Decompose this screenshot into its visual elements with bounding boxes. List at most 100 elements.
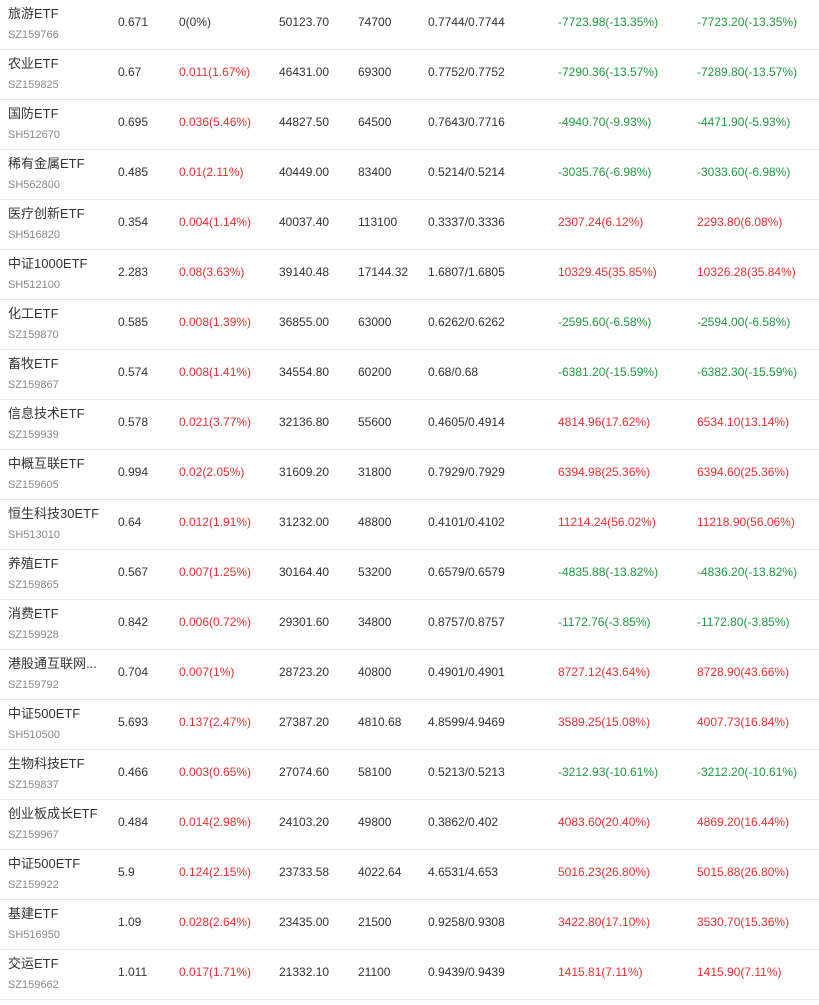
price-value: 1.011 [118, 965, 148, 979]
table-row[interactable]: 港股通互联网... SZ159792 0.704 0.007(1%) 28723.20 4… [0, 650, 819, 700]
etf-code-link[interactable]: SH516820 [8, 227, 60, 243]
flow-value-1: 4814.96(17.62%) [558, 415, 651, 429]
etf-code-link[interactable]: SZ159967 [8, 827, 59, 843]
flow-value-2: 11218.90(56.06%) [697, 515, 795, 529]
change-value: 0(0%) [179, 15, 212, 29]
scale-value: 30164.40 [279, 565, 330, 579]
change-value: 0.124(2.15%) [179, 865, 252, 879]
nav-value: 0.9439/0.9439 [428, 965, 505, 979]
table-row[interactable]: 中证500ETF SH510500 5.693 0.137(2.47%) 27387.2… [0, 700, 819, 750]
etf-code-link[interactable]: SH510500 [8, 727, 60, 743]
table-row[interactable]: 恒生科技30ETF SH513010 0.64 0.012(1.91%) 31232.0… [0, 500, 819, 550]
etf-code-link[interactable]: SH562800 [8, 177, 60, 193]
flow-value-2: -2594.00(-6.58%) [697, 315, 791, 329]
etf-code-link[interactable]: SH513010 [8, 527, 60, 543]
table-row[interactable]: 中证500ETF SZ159922 5.9 0.124(2.15%) 23733.58 4… [0, 850, 819, 900]
etf-code-link[interactable]: SH516950 [8, 927, 60, 943]
etf-name-link[interactable]: 创业板成长ETF [8, 806, 98, 822]
etf-name-link[interactable]: 中概互联ETF [8, 456, 85, 472]
table-row[interactable]: 交运ETF SZ159662 1.011 0.017(1.71%) 21332.10 21… [0, 950, 819, 1000]
change-value: 0.02(2.05%) [179, 465, 245, 479]
price-value: 0.585 [118, 315, 149, 329]
etf-code-link[interactable]: SZ159605 [8, 477, 59, 493]
etf-name-link[interactable]: 基建ETF [8, 906, 59, 922]
scale-value: 27074.60 [279, 765, 330, 779]
change-value: 0.006(0.72%) [179, 615, 252, 629]
etf-code-link[interactable]: SZ159939 [8, 427, 59, 443]
etf-code-link[interactable]: SZ159825 [8, 77, 59, 93]
etf-name-link[interactable]: 恒生科技30ETF [8, 506, 99, 522]
etf-name-link[interactable]: 医疗创新ETF [8, 206, 85, 222]
etf-code-link[interactable]: SZ159922 [8, 877, 59, 893]
table-row[interactable]: 稀有金属ETF SH562800 0.485 0.01(2.11%) 40449.00 8… [0, 150, 819, 200]
price-value: 0.67 [118, 65, 142, 79]
table-row[interactable]: 基建ETF SH516950 1.09 0.028(2.64%) 23435.00 215… [0, 900, 819, 950]
nav-value: 0.4901/0.4901 [428, 665, 505, 679]
etf-table: 旅游ETF SZ159766 0.671 0(0%) 50123.70 74700 0.77… [0, 0, 819, 1000]
volume-value: 40800 [358, 665, 392, 679]
etf-code-link[interactable]: SZ159662 [8, 977, 59, 993]
etf-name-link[interactable]: 农业ETF [8, 56, 59, 72]
flow-value-2: -1172.80(-3.85%) [697, 615, 790, 629]
etf-name-link[interactable]: 旅游ETF [8, 6, 59, 22]
table-row[interactable]: 中证1000ETF SH512100 2.283 0.08(3.63%) 39140.4… [0, 250, 819, 300]
flow-value-2: 4869.20(16.44%) [697, 815, 790, 829]
table-row[interactable]: 医疗创新ETF SH516820 0.354 0.004(1.14%) 40037.40… [0, 200, 819, 250]
flow-value-2: -7289.80(-13.57%) [697, 65, 798, 79]
table-row[interactable]: 生物科技ETF SZ159837 0.466 0.003(0.65%) 27074.60… [0, 750, 819, 800]
change-value: 0.007(1%) [179, 665, 235, 679]
etf-name-link[interactable]: 畜牧ETF [8, 356, 59, 372]
table-row[interactable]: 消费ETF SZ159928 0.842 0.006(0.72%) 29301.60 34… [0, 600, 819, 650]
volume-value: 69300 [358, 65, 392, 79]
flow-value-1: 2307.24(6.12%) [558, 215, 644, 229]
nav-value: 0.68/0.68 [428, 365, 479, 379]
table-row[interactable]: 化工ETF SZ159870 0.585 0.008(1.39%) 36855.00 63… [0, 300, 819, 350]
table-row[interactable]: 信息技术ETF SZ159939 0.578 0.021(3.77%) 32136.80… [0, 400, 819, 450]
etf-code-link[interactable]: SZ159865 [8, 577, 59, 593]
scale-value: 36855.00 [279, 315, 330, 329]
price-value: 0.354 [118, 215, 149, 229]
etf-name-link[interactable]: 化工ETF [8, 306, 59, 322]
etf-name-link[interactable]: 港股通互联网... [8, 656, 97, 672]
price-value: 0.842 [118, 615, 149, 629]
table-row[interactable]: 养殖ETF SZ159865 0.567 0.007(1.25%) 30164.40 53… [0, 550, 819, 600]
etf-code-link[interactable]: SZ159792 [8, 677, 59, 693]
etf-code-link[interactable]: SZ159867 [8, 377, 59, 393]
etf-name-link[interactable]: 消费ETF [8, 606, 59, 622]
table-row[interactable]: 畜牧ETF SZ159867 0.574 0.008(1.41%) 34554.80 60… [0, 350, 819, 400]
etf-name-link[interactable]: 交运ETF [8, 956, 59, 972]
etf-name-link[interactable]: 信息技术ETF [8, 406, 85, 422]
etf-name-link[interactable]: 生物科技ETF [8, 756, 85, 772]
volume-value: 4022.64 [358, 865, 402, 879]
change-value: 0.08(3.63%) [179, 265, 245, 279]
volume-value: 53200 [358, 565, 392, 579]
change-value: 0.007(1.25%) [179, 565, 252, 579]
etf-name-link[interactable]: 国防ETF [8, 106, 59, 122]
change-value: 0.137(2.47%) [179, 715, 252, 729]
etf-code-link[interactable]: SH512670 [8, 127, 60, 143]
change-value: 0.021(3.77%) [179, 415, 252, 429]
etf-code-link[interactable]: SZ159837 [8, 777, 59, 793]
table-row[interactable]: 创业板成长ETF SZ159967 0.484 0.014(2.98%) 24103.2… [0, 800, 819, 850]
table-row[interactable]: 旅游ETF SZ159766 0.671 0(0%) 50123.70 74700 0.77… [0, 0, 819, 50]
etf-name-link[interactable]: 中证500ETF [8, 856, 80, 872]
table-row[interactable]: 国防ETF SH512670 0.695 0.036(5.46%) 44827.50 64… [0, 100, 819, 150]
flow-value-2: 5015.88(26.80%) [697, 865, 790, 879]
flow-value-1: 5016.23(26.80%) [558, 865, 651, 879]
price-value: 0.466 [118, 765, 149, 779]
table-row[interactable]: 中概互联ETF SZ159605 0.994 0.02(2.05%) 31609.20 3… [0, 450, 819, 500]
etf-code-link[interactable]: SZ159766 [8, 27, 59, 43]
etf-code-link[interactable]: SZ159870 [8, 327, 59, 343]
volume-value: 34800 [358, 615, 392, 629]
volume-value: 63000 [358, 315, 392, 329]
etf-code-link[interactable]: SH512100 [8, 277, 60, 293]
volume-value: 49800 [358, 815, 392, 829]
table-row[interactable]: 农业ETF SZ159825 0.67 0.011(1.67%) 46431.00 693… [0, 50, 819, 100]
etf-name-link[interactable]: 中证500ETF [8, 706, 80, 722]
scale-value: 31232.00 [279, 515, 330, 529]
etf-name-link[interactable]: 稀有金属ETF [8, 156, 85, 172]
etf-name-link[interactable]: 养殖ETF [8, 556, 59, 572]
etf-code-link[interactable]: SZ159928 [8, 627, 59, 643]
etf-name-link[interactable]: 中证1000ETF [8, 256, 87, 272]
flow-value-2: 4007.73(16.84%) [697, 715, 790, 729]
